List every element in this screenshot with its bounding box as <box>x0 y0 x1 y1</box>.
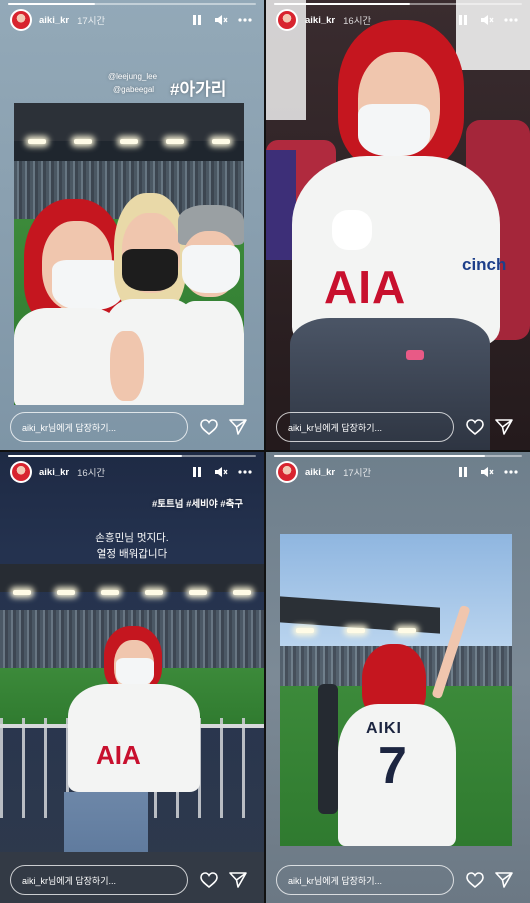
shirt-sponsor: AIA <box>324 261 407 313</box>
mention-tag-1[interactable]: @leejung_lee <box>108 72 157 81</box>
story-panel-4[interactable]: aiki_kr 17시간 AIKI 7 aiki_kr님에게 답장하기... <box>266 452 530 903</box>
more-icon[interactable] <box>236 463 254 481</box>
heart-icon[interactable] <box>199 870 219 890</box>
timestamp: 16시간 <box>343 16 372 27</box>
mute-icon[interactable] <box>478 463 496 481</box>
timestamp: 17시간 <box>343 468 372 479</box>
progress-fill <box>8 455 182 457</box>
story-header: aiki_kr 17시간 <box>10 8 254 32</box>
reply-input[interactable]: aiki_kr님에게 답장하기... <box>276 865 454 895</box>
reply-input[interactable]: aiki_kr님에게 답장하기... <box>10 412 188 442</box>
avatar[interactable] <box>276 461 298 483</box>
shirt-number: 7 <box>378 737 407 795</box>
avatar[interactable] <box>10 9 32 31</box>
progress-bar <box>274 3 522 5</box>
reply-input[interactable]: aiki_kr님에게 답장하기... <box>10 865 188 895</box>
timestamp: 16시간 <box>77 468 106 479</box>
send-icon[interactable] <box>494 417 514 437</box>
username[interactable]: aiki_kr <box>305 15 335 26</box>
timestamp: 17시간 <box>77 16 106 27</box>
pause-icon[interactable] <box>454 463 472 481</box>
progress-bar <box>8 3 256 5</box>
username[interactable]: aiki_kr <box>305 467 335 478</box>
heart-icon[interactable] <box>199 417 219 437</box>
pause-icon[interactable] <box>454 11 472 29</box>
progress-fill <box>8 3 95 5</box>
story-header: aiki_kr 17시간 <box>276 460 520 484</box>
story-grid: aiki_kr 17시간 @leejung_lee @gabeegal #아가리 <box>0 0 530 903</box>
story-panel-2[interactable]: AIA cinch aiki_kr 16시간 aiki_kr님에게 답장하기..… <box>266 0 530 450</box>
shirt-sponsor-2: cinch <box>462 255 507 274</box>
progress-fill <box>274 3 411 5</box>
avatar[interactable] <box>276 9 298 31</box>
story-photo: AIA cinch <box>266 0 530 450</box>
mute-icon[interactable] <box>478 11 496 29</box>
story-header: aiki_kr 16시간 <box>10 460 254 484</box>
story-panel-3[interactable]: AIA aiki_kr 16시간 #토트넘 #세비야 #축구 손흥민님 멋지다.… <box>0 452 264 903</box>
mute-icon[interactable] <box>212 11 230 29</box>
avatar[interactable] <box>10 461 32 483</box>
pause-icon[interactable] <box>188 463 206 481</box>
progress-bar <box>274 455 522 457</box>
username[interactable]: aiki_kr <box>39 467 69 478</box>
username[interactable]: aiki_kr <box>39 15 69 26</box>
send-icon[interactable] <box>228 870 248 890</box>
caption-line-2: 열정 배워갑니다 <box>96 548 168 560</box>
send-icon[interactable] <box>494 870 514 890</box>
story-photo: AIKI 7 <box>280 534 512 846</box>
story-photo: AIA <box>0 452 264 903</box>
send-icon[interactable] <box>228 417 248 437</box>
mention-tag-2[interactable]: @gabeegal <box>113 85 154 94</box>
more-icon[interactable] <box>502 463 520 481</box>
pause-icon[interactable] <box>188 11 206 29</box>
progress-bar <box>8 455 256 457</box>
shirt-sponsor: AIA <box>96 740 141 770</box>
heart-icon[interactable] <box>465 870 485 890</box>
hashtag[interactable]: #아가리 <box>170 75 226 100</box>
story-header: aiki_kr 16시간 <box>276 8 520 32</box>
story-panel-1[interactable]: aiki_kr 17시간 @leejung_lee @gabeegal #아가리 <box>0 0 264 450</box>
hashtags[interactable]: #토트넘 #세비야 #축구 <box>152 496 243 510</box>
more-icon[interactable] <box>236 11 254 29</box>
heart-icon[interactable] <box>465 417 485 437</box>
reply-input[interactable]: aiki_kr님에게 답장하기... <box>276 412 454 442</box>
more-icon[interactable] <box>502 11 520 29</box>
story-photo <box>14 103 244 405</box>
caption-line-1: 손흥민님 멋지다. <box>95 532 169 544</box>
progress-fill <box>274 455 485 457</box>
mute-icon[interactable] <box>212 463 230 481</box>
